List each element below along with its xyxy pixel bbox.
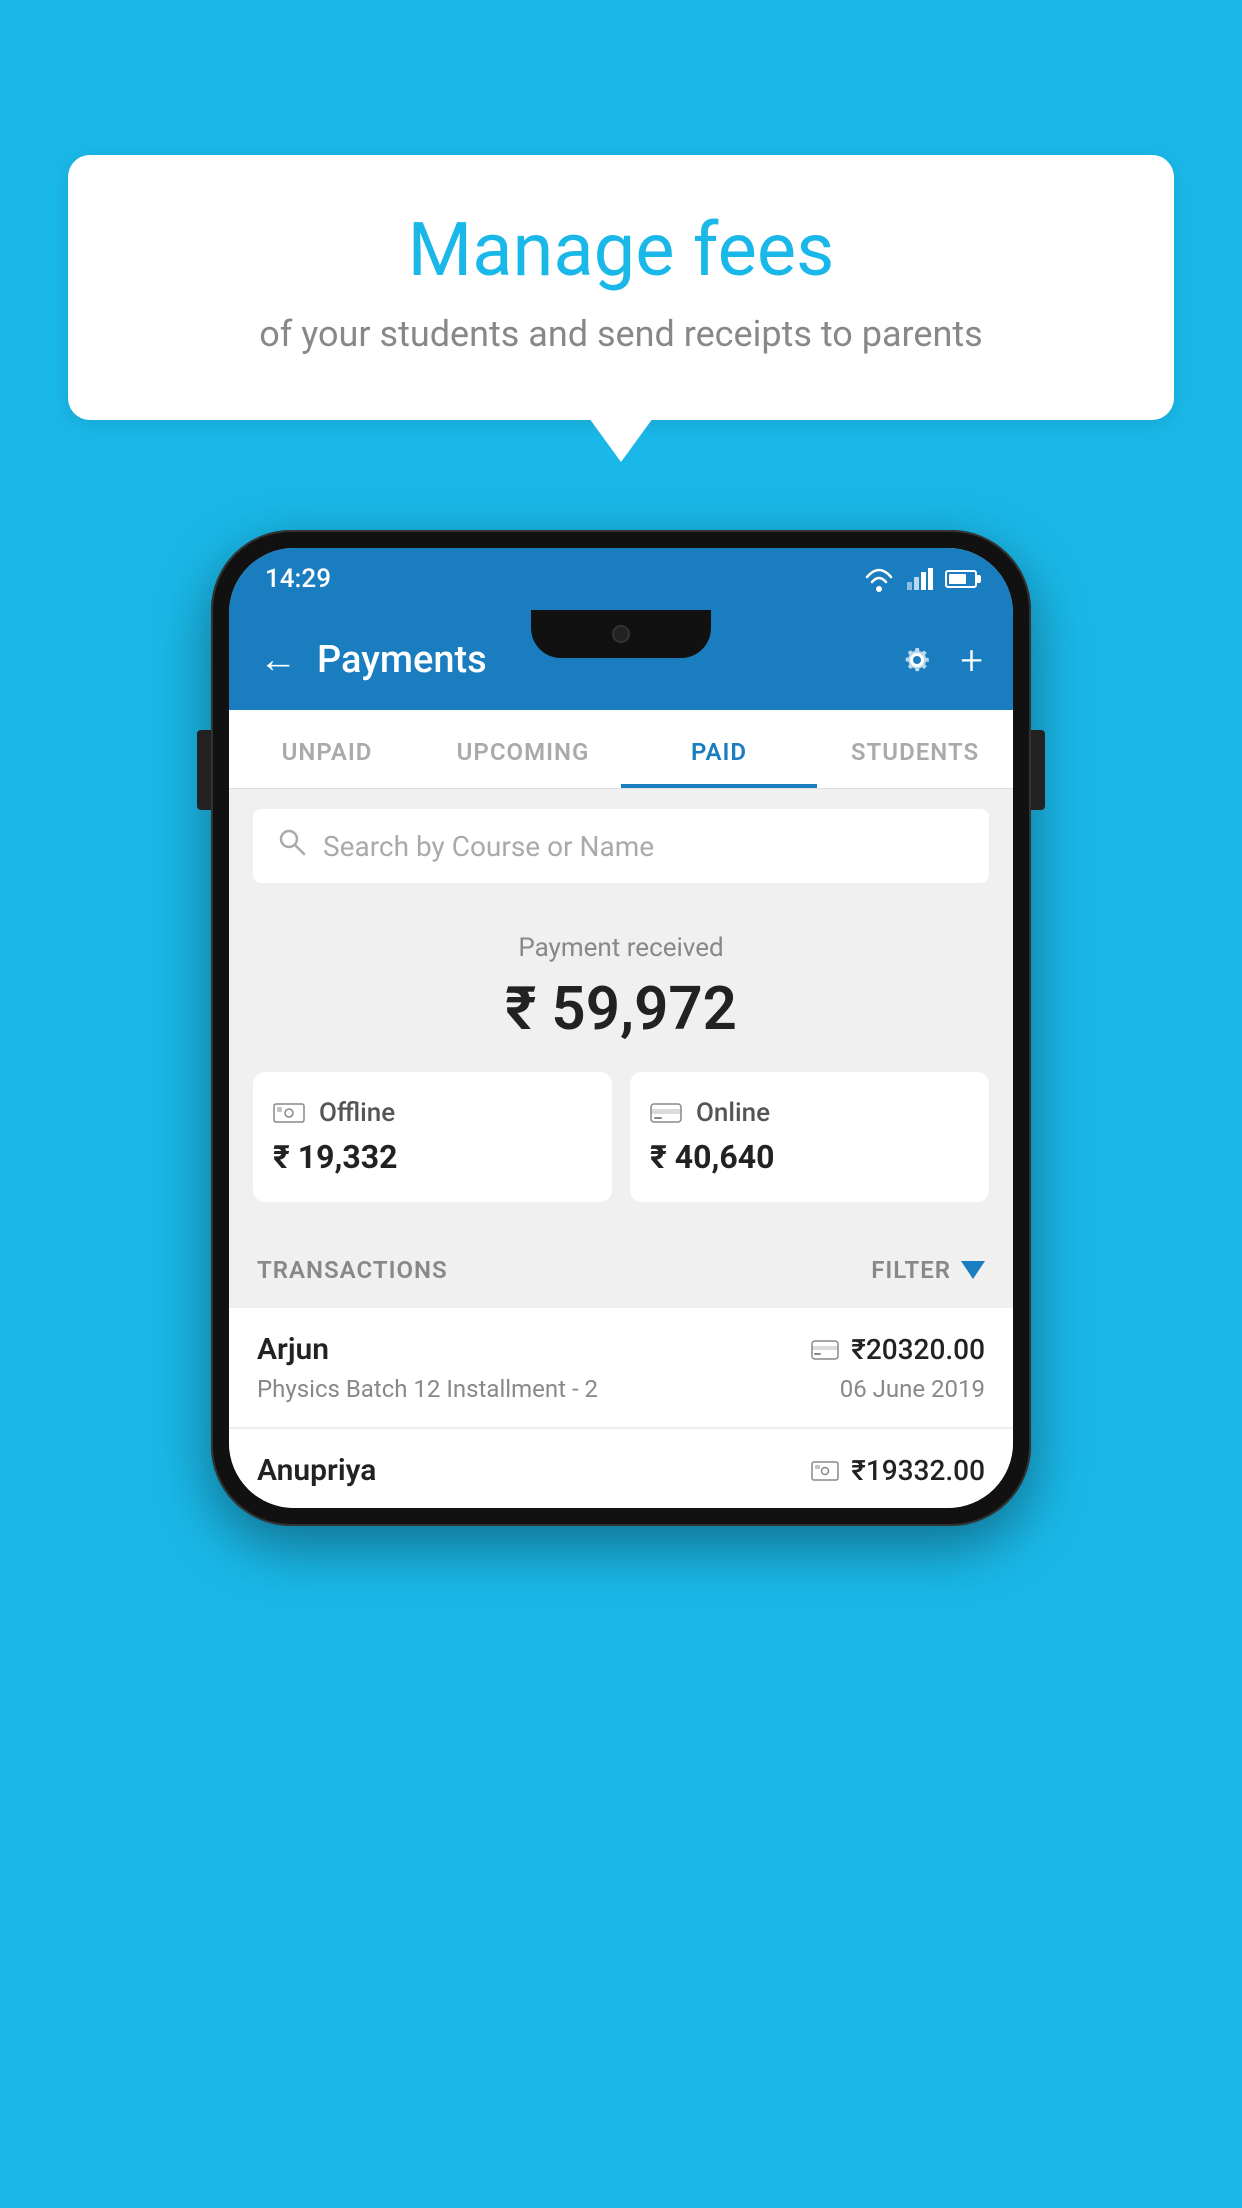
wifi-icon [863, 566, 895, 592]
filter-button[interactable]: FILTER [871, 1256, 985, 1284]
bubble-title: Manage fees [128, 210, 1114, 291]
payment-cards: Offline ₹ 19,332 O [253, 1072, 989, 1202]
transaction-name: Anupriya [257, 1453, 376, 1488]
transaction-date: 06 June 2019 [840, 1375, 985, 1403]
transaction-amount-wrap: ₹19332.00 [811, 1454, 985, 1487]
back-button[interactable]: ← [259, 638, 297, 682]
search-bar[interactable]: Search by Course or Name [253, 809, 989, 883]
cash-icon [273, 1100, 305, 1126]
credit-card-icon [650, 1101, 682, 1125]
transaction-list: Arjun ₹20320.00 Physics Batch [229, 1308, 1013, 1508]
phone-device: 14:29 [211, 530, 1031, 1526]
transaction-amount: ₹19332.00 [851, 1454, 985, 1487]
offline-label: Offline [319, 1098, 395, 1128]
transaction-name: Arjun [257, 1332, 329, 1367]
online-label: Online [696, 1098, 770, 1128]
payment-received-label: Payment received [253, 933, 989, 963]
search-container: Search by Course or Name [229, 789, 1013, 903]
tab-upcoming[interactable]: UPCOMING [425, 710, 621, 788]
camera-dot [612, 625, 630, 643]
add-icon[interactable]: + [960, 637, 983, 684]
status-bar: 14:29 [229, 548, 1013, 610]
status-time: 14:29 [265, 564, 331, 594]
transaction-row[interactable]: Anupriya ₹19332.00 [229, 1428, 1013, 1508]
search-icon [277, 827, 307, 865]
transaction-course: Physics Batch 12 Installment - 2 [257, 1375, 598, 1403]
status-icons [863, 566, 977, 592]
transaction-amount: ₹20320.00 [851, 1333, 985, 1366]
tab-unpaid[interactable]: UNPAID [229, 710, 425, 788]
payment-summary: Payment received ₹ 59,972 Offline [229, 903, 1013, 1232]
filter-icon [961, 1261, 985, 1279]
offline-payment-card: Offline ₹ 19,332 [253, 1072, 612, 1202]
online-payment-card: Online ₹ 40,640 [630, 1072, 989, 1202]
search-placeholder: Search by Course or Name [323, 830, 654, 863]
online-payment-icon [811, 1339, 839, 1361]
transactions-label: TRANSACTIONS [257, 1256, 448, 1284]
gear-icon[interactable] [898, 641, 936, 679]
bubble-subtitle: of your students and send receipts to pa… [128, 309, 1114, 359]
transaction-amount-wrap: ₹20320.00 [811, 1333, 985, 1366]
speech-bubble: Manage fees of your students and send re… [68, 155, 1174, 420]
tabs-bar: UNPAID UPCOMING PAID STUDENTS [229, 710, 1013, 789]
tab-students[interactable]: STUDENTS [817, 710, 1013, 788]
offline-amount: ₹ 19,332 [273, 1138, 592, 1176]
header-icons: + [898, 637, 983, 684]
payment-total-amount: ₹ 59,972 [253, 973, 989, 1044]
offline-payment-icon [811, 1460, 839, 1482]
notch [531, 610, 711, 658]
signal-icon [907, 568, 933, 590]
battery-icon [945, 570, 977, 588]
tab-paid[interactable]: PAID [621, 710, 817, 788]
speech-bubble-wrapper: Manage fees of your students and send re… [68, 155, 1174, 420]
transactions-header: TRANSACTIONS FILTER [229, 1232, 1013, 1308]
phone-screen: 14:29 [229, 548, 1013, 1508]
online-amount: ₹ 40,640 [650, 1138, 969, 1176]
transaction-row[interactable]: Arjun ₹20320.00 Physics Batch [229, 1308, 1013, 1428]
phone-outer: 14:29 [211, 530, 1031, 1526]
